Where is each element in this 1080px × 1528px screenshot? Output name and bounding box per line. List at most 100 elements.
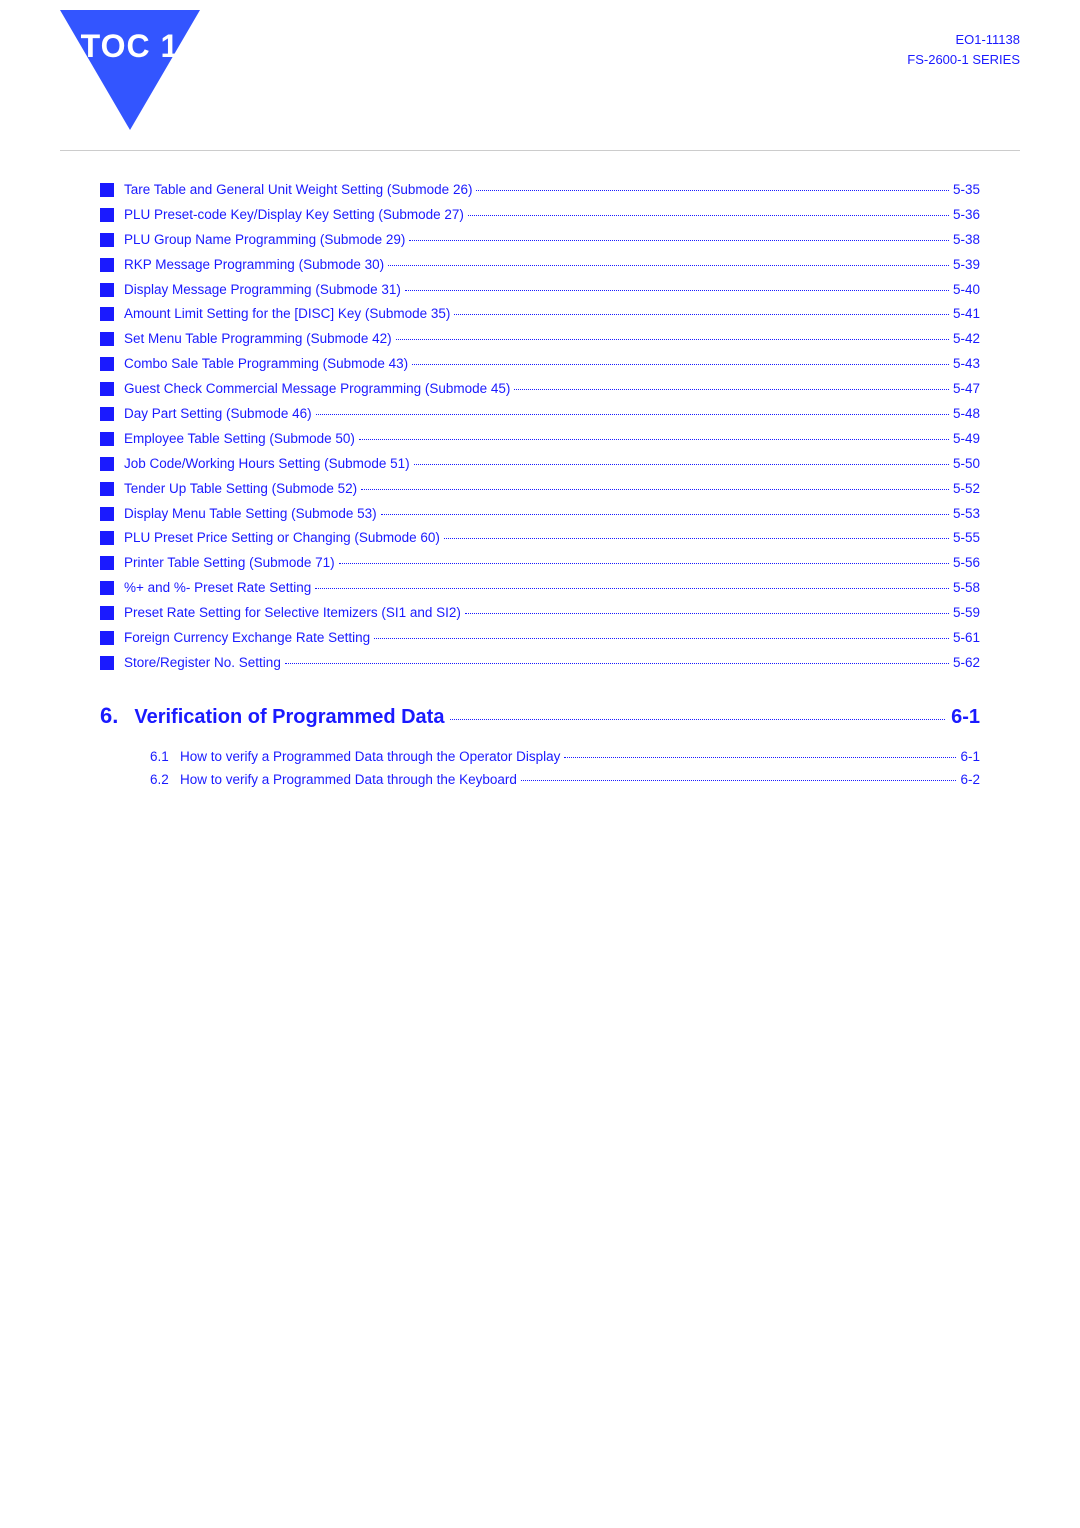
toc-dots (388, 265, 949, 266)
toc-bullet-icon (100, 507, 114, 521)
toc-item-label[interactable]: Display Message Programming (Submode 31) (124, 281, 401, 300)
toc-page-number: 5-42 (953, 330, 980, 349)
toc-list-item: PLU Group Name Programming (Submode 29) 5… (100, 231, 980, 250)
toc-page-number: 5-38 (953, 231, 980, 250)
toc-dots (405, 290, 949, 291)
toc-item-label[interactable]: PLU Preset Price Setting or Changing (Su… (124, 529, 440, 548)
toc-list-item: Tare Table and General Unit Weight Setti… (100, 181, 980, 200)
toc-page-number: 5-62 (953, 654, 980, 673)
toc-item-label[interactable]: Foreign Currency Exchange Rate Setting (124, 629, 370, 648)
toc-item-label[interactable]: Combo Sale Table Programming (Submode 43… (124, 355, 408, 374)
toc-dots (315, 588, 949, 589)
toc-item-label[interactable]: Display Menu Table Setting (Submode 53) (124, 505, 377, 524)
toc-bullet-icon (100, 283, 114, 297)
toc-item-label[interactable]: Set Menu Table Programming (Submode 42) (124, 330, 392, 349)
toc-bullet-icon (100, 382, 114, 396)
toc-item-label[interactable]: Printer Table Setting (Submode 71) (124, 554, 335, 573)
toc-list-item: Set Menu Table Programming (Submode 42) 5… (100, 330, 980, 349)
page-container: TOC 1 EO1-11138 FS-2600-1 SERIES Tare Ta… (0, 0, 1080, 1528)
toc-list-item: Store/Register No. Setting 5-62 (100, 654, 980, 673)
toc-page-number: 5-40 (953, 281, 980, 300)
toc-dots (316, 414, 949, 415)
toc-list-item: Preset Rate Setting for Selective Itemiz… (100, 604, 980, 623)
toc-list: Tare Table and General Unit Weight Setti… (100, 181, 980, 673)
toc-list-item: Combo Sale Table Programming (Submode 43… (100, 355, 980, 374)
toc-item-label[interactable]: Employee Table Setting (Submode 50) (124, 430, 355, 449)
sub-item-number: 6.1 (150, 749, 180, 764)
toc-item-label[interactable]: Tender Up Table Setting (Submode 52) (124, 480, 357, 499)
toc-dots (414, 464, 949, 465)
section-6-page: 6-1 (951, 706, 980, 729)
sub-item-number: 6.2 (150, 772, 180, 787)
toc-list-item: Job Code/Working Hours Setting (Submode … (100, 455, 980, 474)
toc-list-item: Foreign Currency Exchange Rate Setting 5-… (100, 629, 980, 648)
toc-page-number: 5-53 (953, 505, 980, 524)
toc-item-label[interactable]: Store/Register No. Setting (124, 654, 281, 673)
toc-bullet-icon (100, 332, 114, 346)
toc-dots (468, 215, 949, 216)
toc-list-item: PLU Preset Price Setting or Changing (Su… (100, 529, 980, 548)
series-name: FS-2600-1 SERIES (907, 50, 1020, 70)
toc-bullet-icon (100, 606, 114, 620)
toc-page-number: 5-50 (953, 455, 980, 474)
toc-dots (465, 613, 949, 614)
toc-item-label[interactable]: PLU Group Name Programming (Submode 29) (124, 231, 405, 250)
toc-page-number: 5-61 (953, 629, 980, 648)
section-6-header: 6. Verification of Programmed Data 6-1 (100, 703, 980, 729)
toc-page-number: 5-35 (953, 181, 980, 200)
toc-item-label[interactable]: RKP Message Programming (Submode 30) (124, 256, 384, 275)
toc-item-label[interactable]: %+ and %- Preset Rate Setting (124, 579, 311, 598)
toc-item-label[interactable]: Job Code/Working Hours Setting (Submode … (124, 455, 410, 474)
section-6-dots (450, 719, 945, 720)
toc-dots (412, 364, 949, 365)
section-6-sub-list: 6.1How to verify a Programmed Data throu… (100, 749, 980, 787)
toc-page-number: 5-48 (953, 405, 980, 424)
toc-page-number: 5-56 (953, 554, 980, 573)
toc-dots (396, 339, 949, 340)
toc-list-item: Employee Table Setting (Submode 50) 5-49 (100, 430, 980, 449)
section-6-title-text: Verification of Programmed Data (134, 706, 444, 729)
sub-item-label[interactable]: How to verify a Programmed Data through … (180, 772, 517, 787)
toc-bullet-icon (100, 531, 114, 545)
toc-item-label[interactable]: Preset Rate Setting for Selective Itemiz… (124, 604, 461, 623)
toc-list-item: RKP Message Programming (Submode 30)5-39 (100, 256, 980, 275)
toc-bullet-icon (100, 258, 114, 272)
toc-bullet-icon (100, 407, 114, 421)
sub-dots (564, 757, 956, 758)
toc-page-number: 5-36 (953, 206, 980, 225)
toc-dots (359, 439, 949, 440)
toc-item-label[interactable]: Day Part Setting (Submode 46) (124, 405, 312, 424)
sub-list-item: 6.1How to verify a Programmed Data throu… (150, 749, 980, 764)
toc-list-item: PLU Preset-code Key/Display Key Setting … (100, 206, 980, 225)
toc-bullet-icon (100, 656, 114, 670)
toc-bullet-icon (100, 457, 114, 471)
toc-item-label[interactable]: Tare Table and General Unit Weight Setti… (124, 181, 472, 200)
page-header: TOC 1 EO1-11138 FS-2600-1 SERIES (0, 0, 1080, 150)
toc-dots (514, 389, 949, 390)
toc-page-number: 5-49 (953, 430, 980, 449)
toc-item-label[interactable]: Amount Limit Setting for the [DISC] Key … (124, 305, 450, 324)
sub-item-label[interactable]: How to verify a Programmed Data through … (180, 749, 560, 764)
toc-list-item: Guest Check Commercial Message Programmi… (100, 380, 980, 399)
toc-bullet-icon (100, 631, 114, 645)
toc-page-number: 5-59 (953, 604, 980, 623)
header-info: EO1-11138 FS-2600-1 SERIES (907, 10, 1020, 69)
toc-item-label[interactable]: PLU Preset-code Key/Display Key Setting … (124, 206, 464, 225)
toc-dots (339, 563, 949, 564)
toc-bullet-icon (100, 233, 114, 247)
toc-dots (285, 663, 949, 664)
toc-bullet-icon (100, 307, 114, 321)
sub-list-item: 6.2How to verify a Programmed Data throu… (150, 772, 980, 787)
toc-page-number: 5-43 (953, 355, 980, 374)
doc-number: EO1-11138 (907, 30, 1020, 50)
toc-page-number: 5-52 (953, 480, 980, 499)
toc-dots (381, 514, 949, 515)
toc-bullet-icon (100, 208, 114, 222)
toc-item-label[interactable]: Guest Check Commercial Message Programmi… (124, 380, 510, 399)
toc-content: Tare Table and General Unit Weight Setti… (0, 171, 1080, 835)
toc-dots (444, 538, 949, 539)
sub-dots (521, 780, 957, 781)
toc-dots (476, 190, 949, 191)
section-6-title-row: Verification of Programmed Data 6-1 (134, 706, 980, 729)
toc-bullet-icon (100, 357, 114, 371)
